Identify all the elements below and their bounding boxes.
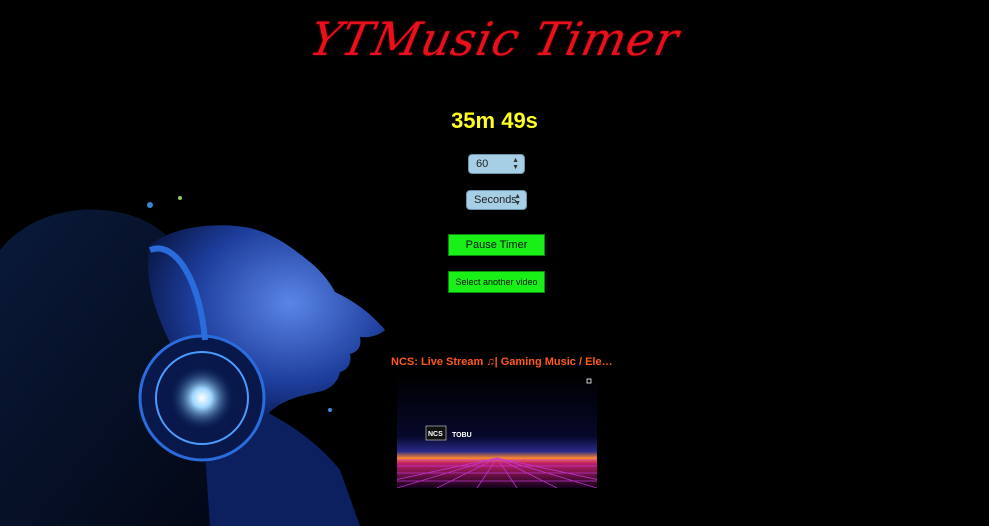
updown-arrows-icon: ▲ ▼ bbox=[512, 157, 519, 171]
thumbnail-artist-text: TOBU bbox=[452, 432, 472, 439]
thumbnail-logo-text: NCS bbox=[428, 431, 443, 438]
app-title: YTMusic Timer bbox=[304, 12, 685, 66]
unit-select[interactable]: Seconds ▲ ▼ bbox=[466, 190, 527, 210]
duration-select-value: 60 bbox=[476, 158, 489, 170]
updown-arrows-icon: ▲ ▼ bbox=[514, 193, 521, 207]
pause-timer-button[interactable]: Pause Timer bbox=[448, 234, 545, 256]
video-thumbnail[interactable]: NCS TOBU bbox=[397, 374, 597, 488]
duration-select[interactable]: 60 ▲ ▼ bbox=[468, 154, 525, 174]
unit-select-value: Seconds bbox=[474, 194, 517, 206]
video-title-link[interactable]: NCS: Live Stream ♫| Gaming Music / Ele… bbox=[391, 356, 613, 368]
select-another-video-button[interactable]: Select another video bbox=[448, 271, 545, 293]
countdown-display: 35m 49s bbox=[451, 108, 538, 133]
